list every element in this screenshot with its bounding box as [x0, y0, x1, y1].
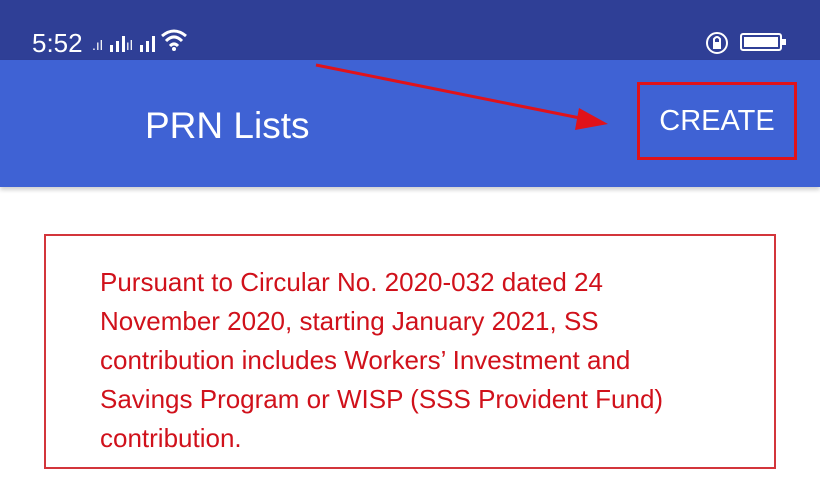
status-bar: 5:52 .ıl .ıl — [0, 0, 820, 60]
svg-text:.ıl: .ıl — [122, 37, 133, 52]
battery-icon — [740, 33, 786, 51]
wifi-icon — [161, 29, 187, 51]
app-bar: PRN Lists CREATE — [0, 60, 820, 187]
notice-text: Pursuant to Circular No. 2020-032 dated … — [100, 267, 664, 453]
circular-notice: Pursuant to Circular No. 2020-032 dated … — [44, 234, 776, 469]
status-time: 5:52 — [32, 28, 83, 58]
create-highlight-box — [637, 82, 797, 160]
lock-icon — [706, 32, 728, 54]
svg-text:.ıl: .ıl — [92, 37, 103, 52]
screen: 5:52 .ıl .ıl PRN Lists CREATE Pursuant t… — [0, 0, 820, 489]
signal-icon: .ıl — [122, 36, 155, 52]
page-title: PRN Lists — [145, 105, 310, 146]
